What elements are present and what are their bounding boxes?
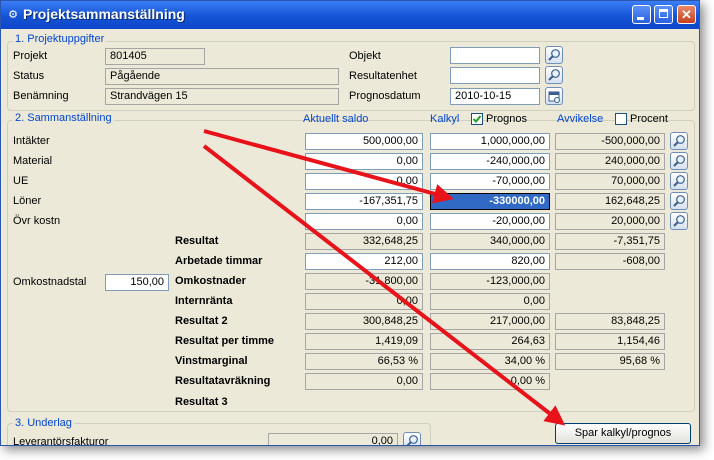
annotation-arrows: [202, 129, 566, 426]
annotation-arrow-kalkyl: [203, 129, 454, 204]
annotation-arrow-spar-button: [202, 144, 566, 426]
